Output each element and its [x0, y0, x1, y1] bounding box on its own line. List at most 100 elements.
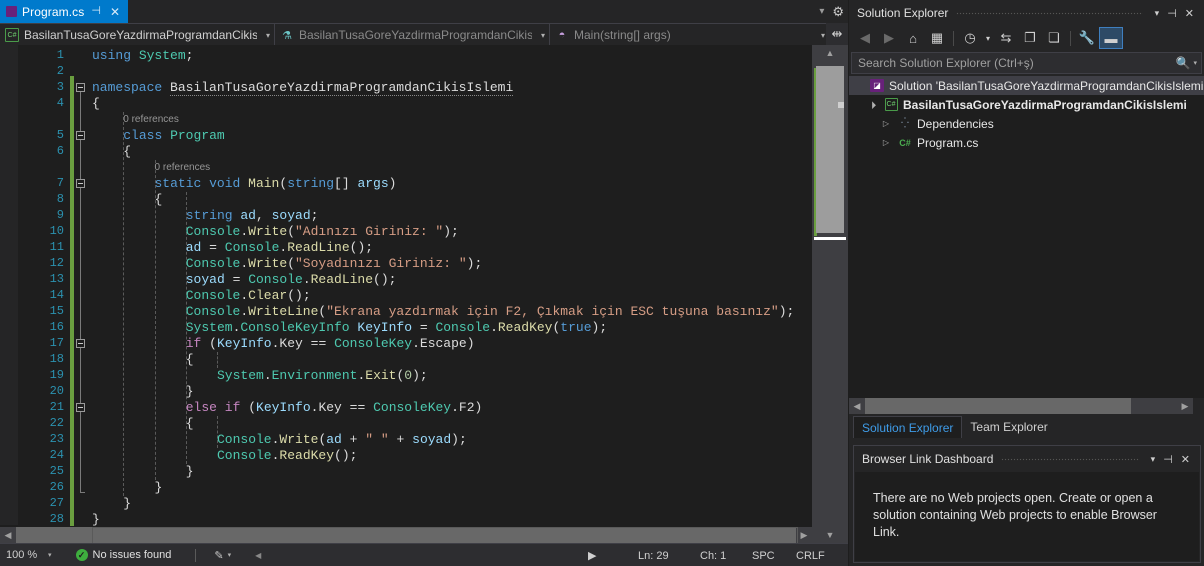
code-line[interactable]: if (KeyInfo.Key == ConsoleKey.Escape)	[92, 336, 475, 352]
forward-icon[interactable]: ▶	[877, 27, 901, 49]
properties-icon[interactable]: 🔧	[1075, 27, 1099, 49]
tree-item[interactable]: ▷ ⁛ Dependencies	[849, 114, 1204, 133]
close-tab-icon[interactable]: ✕	[108, 6, 122, 18]
navbar-project-dropdown[interactable]: C# BasilanTusaGoreYazdirmaProgramdanCiki…	[0, 24, 275, 46]
editor-vertical-scrollbar[interactable]: ▲ ▼	[812, 45, 848, 543]
code-line[interactable]: {	[92, 96, 100, 112]
code-line[interactable]: }	[92, 512, 100, 528]
code-line[interactable]: Console.Write("Soyadınızı Giriniz: ");	[92, 256, 483, 272]
code-editor-surface[interactable]: 1 2 3 4 5 6 7 8 9 10 11 12 13 14 15 16 17 18 19 20 21 22 23 24 2…	[0, 45, 848, 544]
scroll-right-icon[interactable]: ▶	[796, 527, 812, 543]
document-tab-program-cs[interactable]: Program.cs ⊣ ✕	[0, 0, 129, 23]
line-number: 3	[56, 80, 64, 94]
vertical-scroll-thumb[interactable]	[816, 66, 844, 233]
zoom-dropdown-icon[interactable]: ▾	[48, 551, 52, 559]
code-line[interactable]: namespace BasilanTusaGoreYazdirmaProgram…	[92, 80, 514, 96]
search-input[interactable]	[858, 56, 1176, 70]
show-all-files-icon[interactable]: ❏	[1042, 27, 1066, 49]
source-control-caret-icon[interactable]: ▾	[228, 551, 232, 559]
code-line[interactable]: }	[92, 496, 131, 512]
active-files-dropdown-icon[interactable]: ▾	[819, 6, 824, 17]
solution-view-icon[interactable]: ▦	[925, 27, 949, 49]
codelens-references[interactable]: 0 references	[155, 161, 211, 175]
panel-menu-icon[interactable]: ▾	[1151, 8, 1164, 19]
split-editor-icon[interactable]: ⇹	[826, 23, 848, 45]
code-text[interactable]: 0 references 0 references using System; nam…	[92, 45, 812, 528]
source-control-status[interactable]: ✎ ▾	[214, 549, 231, 562]
vertical-scroll-track[interactable]	[812, 61, 848, 527]
scroll-right-icon[interactable]: ▶	[1177, 398, 1193, 414]
code-line[interactable]: string ad, soyad;	[92, 208, 319, 224]
collapse-region-icon[interactable]	[76, 83, 85, 92]
home-icon[interactable]: ⌂	[901, 27, 925, 49]
code-line[interactable]: {	[92, 192, 163, 208]
collapse-region-icon[interactable]	[76, 131, 85, 140]
tool-window-tab[interactable]: Team Explorer	[962, 416, 1055, 438]
code-line[interactable]: System.Environment.Exit(0);	[92, 368, 428, 384]
search-options-caret-icon[interactable]: ▾	[1190, 59, 1197, 67]
panel-menu-icon[interactable]: ▾	[1147, 454, 1160, 465]
horizontal-scroll-thumb[interactable]	[865, 398, 1131, 414]
code-line[interactable]: {	[92, 416, 194, 432]
code-line[interactable]: static void Main(string[] args)	[92, 176, 397, 192]
refresh-icon[interactable]: ❐	[1018, 27, 1042, 49]
code-line[interactable]: {	[92, 144, 131, 160]
status-next-icon[interactable]: ▶	[588, 549, 638, 562]
title-drag-handle[interactable]	[1001, 446, 1139, 472]
solution-explorer-tree[interactable]: ◪ Solution 'BasilanTusaGoreYazdirmaProgra…	[849, 76, 1204, 398]
expand-arrow-icon[interactable]: ▷	[879, 138, 893, 147]
codelens-references[interactable]: 0 references	[123, 113, 179, 127]
pending-changes-icon[interactable]: ◷	[958, 27, 982, 49]
chevron-down-icon[interactable]: ▾	[537, 31, 545, 40]
navbar-member-dropdown[interactable]: ◓ Main(string[] args) ▾	[550, 24, 830, 46]
tree-item[interactable]: ◪ Solution 'BasilanTusaGoreYazdirmaProgra…	[849, 76, 1204, 95]
code-line[interactable]: Console.Write(ad + " " + soyad);	[92, 432, 467, 448]
code-line[interactable]: class Program	[92, 128, 224, 144]
code-line[interactable]: else if (KeyInfo.Key == ConsoleKey.F2)	[92, 400, 483, 416]
pin-panel-icon[interactable]: ⊣	[1159, 453, 1177, 466]
solution-explorer-search[interactable]: 🔍 ▾	[851, 52, 1202, 74]
code-line[interactable]: }	[92, 464, 194, 480]
code-line[interactable]: {	[92, 352, 194, 368]
collapse-region-icon[interactable]	[76, 403, 85, 412]
chevron-down-icon[interactable]: ▾	[817, 31, 825, 40]
code-line[interactable]: Console.ReadKey();	[92, 448, 357, 464]
solution-explorer-horizontal-scrollbar[interactable]: ◀ ▶	[849, 398, 1193, 414]
scroll-up-icon[interactable]: ▲	[812, 45, 848, 61]
expand-arrow-icon[interactable]: ▷	[879, 119, 893, 128]
collapse-region-icon[interactable]	[76, 179, 85, 188]
chevron-down-icon[interactable]: ▾	[262, 31, 270, 40]
close-panel-icon[interactable]: ✕	[1181, 7, 1198, 20]
gear-icon[interactable]: ⚙	[832, 4, 844, 20]
tree-item[interactable]: ▷ C# Program.cs	[849, 133, 1204, 152]
code-line[interactable]: }	[92, 384, 194, 400]
close-panel-icon[interactable]: ✕	[1177, 453, 1194, 466]
scroll-left-icon[interactable]: ◀	[849, 398, 865, 414]
status-prev-icon[interactable]: ◀	[255, 551, 261, 560]
scroll-down-icon[interactable]: ▼	[812, 527, 848, 543]
code-line[interactable]: Console.Clear();	[92, 288, 311, 304]
tree-item[interactable]: ◢ C# BasilanTusaGoreYazdirmaProgramdanCiki…	[849, 95, 1204, 114]
pin-panel-icon[interactable]: ⊣	[1163, 7, 1181, 20]
collapse-arrow-icon[interactable]: ◢	[864, 97, 880, 113]
tool-window-tab[interactable]: Solution Explorer	[853, 416, 963, 438]
pending-changes-caret-icon[interactable]: ▾	[982, 27, 994, 49]
back-icon[interactable]: ◀	[853, 27, 877, 49]
collapse-region-icon[interactable]	[76, 339, 85, 348]
code-line[interactable]: ad = Console.ReadLine();	[92, 240, 373, 256]
pin-tab-icon[interactable]: ⊣	[89, 6, 103, 17]
navbar-type-dropdown[interactable]: ⚗ BasilanTusaGoreYazdirmaProgramdanCikis…	[275, 24, 550, 46]
code-line[interactable]: Console.WriteLine("Ekrana yazdırmak için…	[92, 304, 795, 320]
magnifier-icon[interactable]: 🔍	[1176, 56, 1191, 70]
code-line[interactable]: Console.Write("Adınızı Giriniz: ");	[92, 224, 459, 240]
issues-status[interactable]: ✓ No issues found	[75, 549, 171, 561]
title-drag-handle[interactable]	[956, 0, 1143, 26]
code-line[interactable]: System.ConsoleKeyInfo KeyInfo = Console.…	[92, 320, 607, 336]
outlining-margin[interactable]	[76, 45, 90, 525]
scroll-left-icon[interactable]: ◀	[0, 527, 16, 543]
code-line[interactable]: using System;	[92, 48, 193, 64]
collapse-all-icon[interactable]: ▬	[1099, 27, 1123, 49]
sync-with-active-document-icon[interactable]: ⇆	[994, 27, 1018, 49]
code-line[interactable]: soyad = Console.ReadLine();	[92, 272, 397, 288]
code-line[interactable]: }	[92, 480, 163, 496]
